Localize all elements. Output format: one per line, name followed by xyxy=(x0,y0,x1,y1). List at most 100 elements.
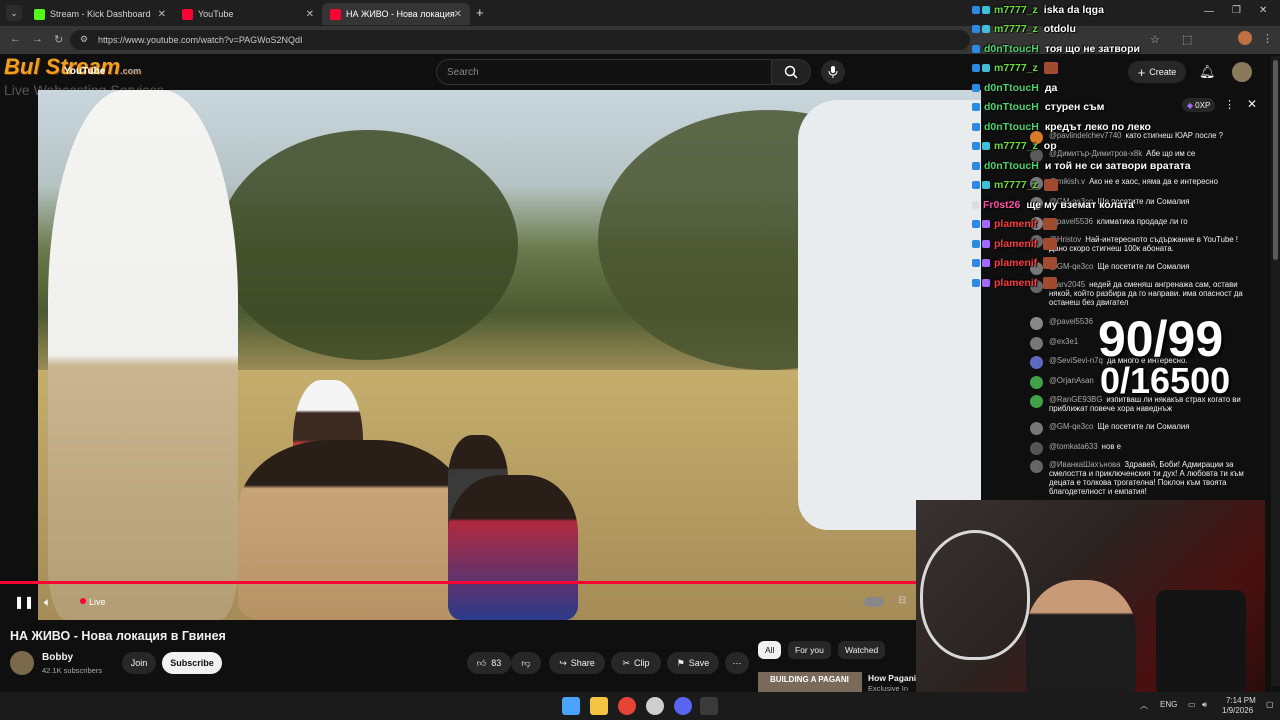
goal-counter-secondary: 0/16500 xyxy=(1100,360,1231,401)
chat-avatar xyxy=(1030,422,1043,435)
like-count: 83 xyxy=(491,658,502,668)
tab-search-icon[interactable]: ⌄ xyxy=(6,5,22,21)
captions-icon[interactable]: ⊟ xyxy=(898,595,906,606)
forward-icon[interactable]: → xyxy=(32,33,43,45)
chat-avatar xyxy=(1030,317,1043,330)
chat-username: d0nTtoucH xyxy=(984,82,1039,94)
tab-live-video[interactable]: НА ЖИВО - Нова локация ✕ xyxy=(322,3,470,25)
join-button[interactable]: Join xyxy=(122,652,156,674)
close-tab-icon[interactable]: ✕ xyxy=(158,9,166,20)
search-icon xyxy=(784,65,798,79)
close-tab-icon[interactable]: ✕ xyxy=(306,9,314,20)
language-indicator[interactable]: ENG xyxy=(1160,700,1177,709)
channel-avatar[interactable] xyxy=(10,651,34,675)
search-button[interactable] xyxy=(771,59,811,85)
like-button[interactable]: 👍︎ 83 xyxy=(467,652,511,674)
clock-time[interactable]: 7:14 PM xyxy=(1226,696,1256,705)
reload-icon[interactable]: ↻ xyxy=(54,33,63,46)
kick-chat-line: m7777_z xyxy=(972,176,1060,194)
terminal-icon[interactable] xyxy=(700,697,718,715)
recommended-title[interactable]: How Pagani xyxy=(868,673,916,683)
white-car xyxy=(798,100,981,530)
kick-chat-overlay: m7777_z iska da lqga m7777_z otdolu d0nTto… xyxy=(970,0,1270,300)
subscribe-button[interactable]: Subscribe xyxy=(162,652,222,674)
channel-name[interactable]: Bobby xyxy=(42,652,73,663)
badge-icon xyxy=(972,45,980,53)
badge-icon xyxy=(982,64,990,72)
tab-label: Stream - Kick Dashboard xyxy=(50,9,151,19)
pause-icon[interactable]: ❚❚ xyxy=(14,595,34,609)
kick-chat-line: d0nTtoucH кредът леко по леко xyxy=(972,118,1151,136)
windows-start-icon[interactable] xyxy=(562,697,580,715)
chat-message: @ИванкаШахънова Здравей, Боби! Адмирации … xyxy=(1030,460,1245,496)
chip-watched[interactable]: Watched xyxy=(838,641,886,659)
chat-username: m7777_z xyxy=(994,4,1038,16)
minimize-icon[interactable]: — xyxy=(1204,6,1214,17)
tray-chevron-icon[interactable]: ︿ xyxy=(1140,700,1148,711)
file-explorer-icon[interactable] xyxy=(590,697,608,715)
chat-username: plamenif xyxy=(994,218,1038,230)
close-tab-icon[interactable]: ✕ xyxy=(454,9,462,20)
badge-icon xyxy=(972,84,980,92)
youtube-logo[interactable]: YouTube xyxy=(64,66,105,77)
badge-icon xyxy=(972,181,980,189)
chip-all[interactable]: All xyxy=(758,641,782,659)
kick-chat-line: plamenif xyxy=(972,235,1059,253)
network-icon[interactable]: ▭ xyxy=(1188,700,1196,709)
chat-author: @SeviSevi-n7q xyxy=(1049,356,1103,365)
tab-label: YouTube xyxy=(198,9,234,19)
volume-tray-icon[interactable]: 🔊︎ xyxy=(1202,700,1207,710)
chat-username: Fr0st26 xyxy=(983,199,1021,211)
tab-kick-dashboard[interactable]: Stream - Kick Dashboard ✕ xyxy=(26,3,174,25)
chat-message: @GM-qe3co Ще посетите ли Сомалия xyxy=(1030,422,1189,435)
tab-youtube[interactable]: YouTube ✕ xyxy=(174,3,322,25)
autoplay-toggle[interactable] xyxy=(864,597,884,607)
maximize-icon[interactable]: ❐ xyxy=(1232,5,1241,16)
kick-chat-line: m7777_z otdolu xyxy=(972,20,1076,38)
kick-icon xyxy=(34,8,45,20)
chat-avatar xyxy=(1030,356,1043,369)
dislike-button[interactable]: 👎︎ xyxy=(511,652,541,674)
chat-author: @OrjanAsan xyxy=(1049,376,1094,385)
emote-icon xyxy=(1043,277,1058,289)
chip-for-you[interactable]: For you xyxy=(788,641,831,659)
video-player[interactable] xyxy=(38,90,981,620)
chrome-icon[interactable] xyxy=(618,697,636,715)
clock-date[interactable]: 1/9/2026 xyxy=(1222,706,1253,715)
site-info-icon[interactable]: ⚙ xyxy=(80,34,88,45)
standing-man xyxy=(48,90,238,620)
voice-search-button[interactable] xyxy=(821,60,845,84)
chat-avatar xyxy=(1030,395,1043,408)
clip-button[interactable]: ✂ Clip xyxy=(611,652,661,674)
save-button[interactable]: ⚑ Save xyxy=(667,652,719,674)
recommended-thumbnail[interactable]: BUILDING A PAGANI xyxy=(758,672,862,692)
volume-icon[interactable]: 🔈︎ xyxy=(44,595,51,610)
tab-label: НА ЖИВО - Нова локация xyxy=(346,9,455,19)
kick-chat-line: d0nTtoucH тоя що не затвори xyxy=(972,40,1140,58)
chat-avatar xyxy=(1030,376,1043,389)
discord-icon[interactable] xyxy=(674,697,692,715)
chat-message-text: ор xyxy=(1043,140,1057,152)
kick-chat-line: Fr0st26 ще му вземат колата xyxy=(972,196,1134,214)
openai-icon[interactable] xyxy=(646,697,664,715)
youtube-icon xyxy=(330,8,341,20)
back-icon[interactable]: ← xyxy=(10,33,21,45)
badge-icon xyxy=(982,259,990,267)
gaming-chair xyxy=(1156,590,1246,696)
new-tab-button[interactable]: + xyxy=(476,5,484,20)
live-label[interactable]: Live xyxy=(89,597,106,607)
subscriber-count: 42.1K subscribers xyxy=(42,666,103,675)
badge-icon xyxy=(972,103,980,111)
chat-avatar xyxy=(1030,442,1043,455)
url-field[interactable]: https://www.youtube.com/watch?v=PAGWoS2N… xyxy=(70,30,970,50)
chat-message-text: и той не си затвори вратата xyxy=(1044,160,1191,172)
search-input[interactable]: Search xyxy=(436,59,772,85)
close-window-icon[interactable]: ✕ xyxy=(1259,5,1267,16)
mic-icon xyxy=(828,66,838,78)
share-button[interactable]: ↪ Share xyxy=(549,652,605,674)
chat-message: @tomkata633 нов е xyxy=(1030,442,1121,455)
progress-bar[interactable] xyxy=(0,581,916,584)
more-actions-button[interactable]: ⋯ xyxy=(725,652,749,674)
scrollbar-thumb[interactable] xyxy=(1273,60,1278,260)
notification-icon[interactable]: ▢ xyxy=(1266,700,1274,709)
